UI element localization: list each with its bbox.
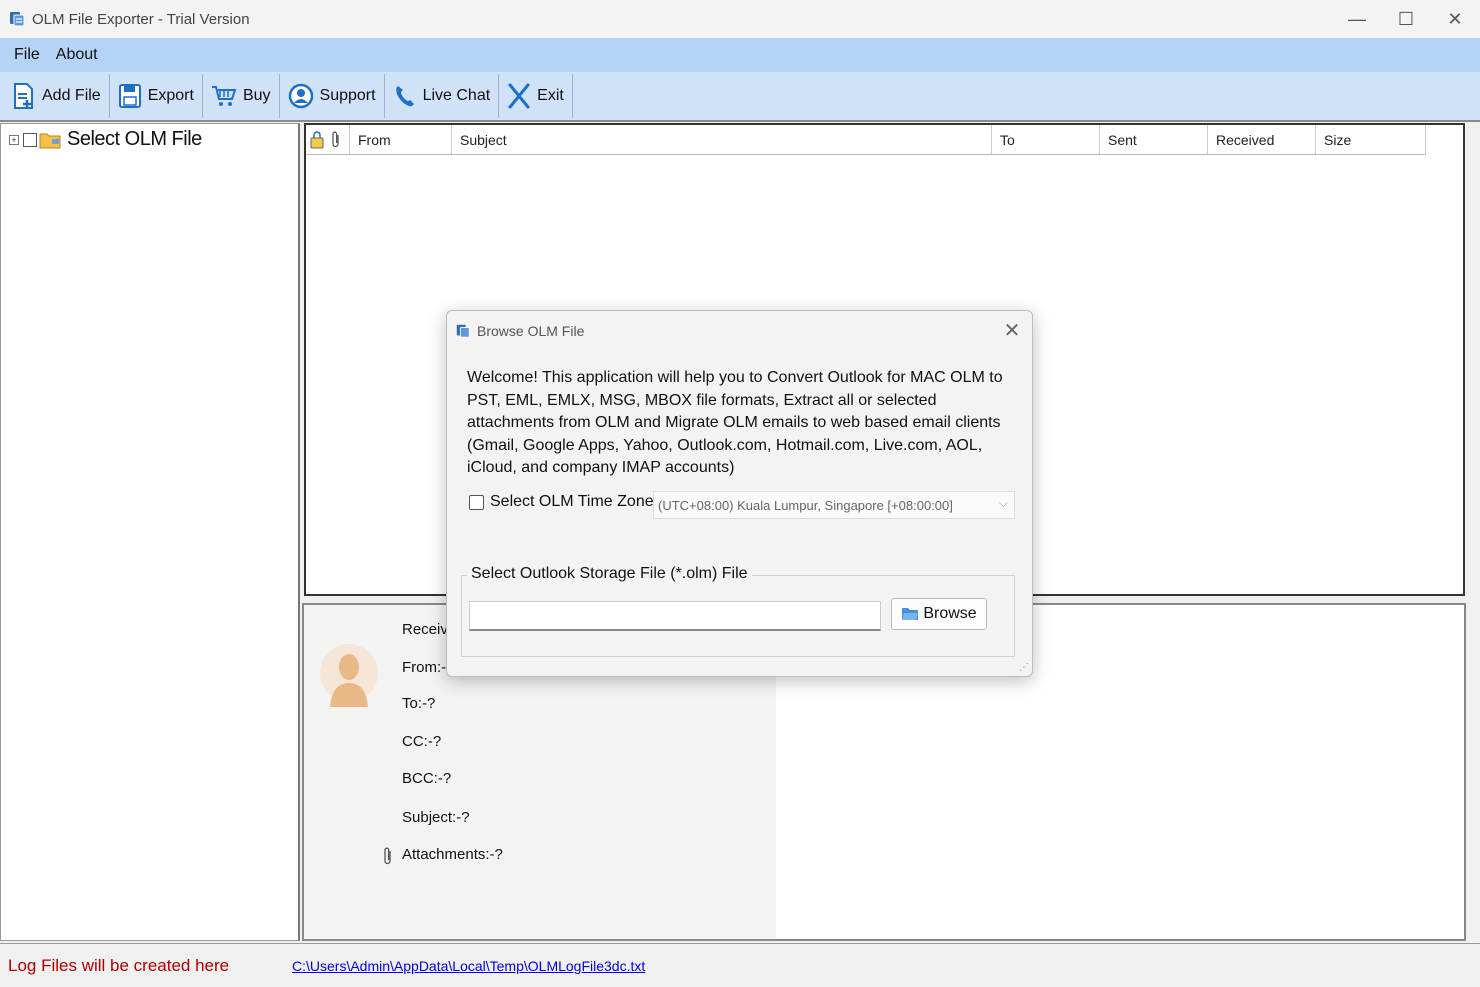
phone-icon [395,86,414,107]
timezone-value: (UTC+08:00) Kuala Lumpur, Singapore [+08… [658,497,953,513]
chevron-down-icon: ⌵ [998,496,1008,510]
support-button[interactable]: Support [280,74,385,118]
tree-root-node[interactable]: + Select OLM File [1,124,298,151]
tree-checkbox[interactable] [23,132,37,147]
toolbar: Add File Export Buy Support Live Chat Ex… [0,72,1480,122]
title-bar: OLM File Exporter - Trial Version — ☐ ✕ [0,0,1480,38]
window-title: OLM File Exporter - Trial Version [32,10,250,28]
close-icon: ✕ [1003,320,1021,342]
folder-open-icon [902,608,919,620]
live-chat-label: Live Chat [422,87,491,104]
support-label: Support [319,87,376,104]
export-label: Export [147,87,194,104]
tree-root-label: Select OLM File [67,128,202,150]
folder-tree-pane: + Select OLM File [0,123,300,941]
preview-subject: Subject:-? [402,809,470,826]
attachment-icon [332,131,339,147]
welcome-text: Welcome! This application will help you … [467,369,1003,476]
dialog-close-button[interactable]: ✕ [1000,319,1024,343]
resize-grip-icon[interactable]: ⋰ [1019,662,1029,673]
app-icon [456,324,470,338]
exit-button[interactable]: Exit [499,74,573,118]
add-file-label: Add File [42,87,101,104]
buy-button[interactable]: Buy [203,74,280,118]
exit-label: Exit [537,87,564,104]
column-sent[interactable]: Sent [1100,125,1208,154]
menu-file[interactable]: File [0,46,48,64]
support-icon [288,83,313,109]
timezone-checkbox-label[interactable]: Select OLM Time Zone [490,493,654,511]
column-from[interactable]: From [350,125,452,154]
attachment-icon [384,847,391,865]
log-label: Log Files will be created here [8,956,230,975]
lock-icon [310,130,324,148]
dialog-title: Browse OLM File [477,323,585,339]
preview-to: To:-? [402,695,436,712]
timezone-dropdown[interactable]: (UTC+08:00) Kuala Lumpur, Singapore [+08… [653,491,1015,519]
app-icon [10,12,25,27]
preview-bcc: BCC:-? [402,770,452,787]
folder-icon [39,133,61,148]
menu-about[interactable]: About [48,46,106,64]
browse-button[interactable]: Browse [891,598,987,630]
close-icon: ✕ [1447,8,1463,29]
header-icons-column[interactable] [306,125,350,154]
column-subject[interactable]: Subject [452,125,992,154]
status-bar: Log Files will be created here C:\Users\… [0,943,1480,987]
browse-olm-dialog: Browse OLM File ✕ Welcome! This applicat… [446,310,1033,677]
preview-cc: CC:-? [402,733,442,750]
log-file-link[interactable]: C:\Users\Admin\AppData\Local\Temp\OLMLog… [292,958,645,974]
storage-group-title: Select Outlook Storage File (*.olm) File [467,565,752,583]
column-received[interactable]: Received [1208,125,1316,154]
add-file-icon [14,83,33,109]
live-chat-button[interactable]: Live Chat [385,74,500,118]
buy-label: Buy [242,87,271,104]
minimize-icon: — [1348,8,1366,29]
email-list-header: From Subject To Sent Received Size [306,125,1426,155]
column-to[interactable]: To [992,125,1100,154]
preview-attachments: Attachments:-? [402,846,503,863]
close-window-button[interactable]: ✕ [1430,0,1480,38]
cart-icon [211,86,237,106]
add-file-button[interactable]: Add File [0,74,110,118]
tree-expander[interactable]: + [9,134,19,145]
maximize-button[interactable]: ☐ [1381,0,1431,38]
save-icon [118,84,141,108]
maximize-icon: ☐ [1397,8,1415,29]
timezone-row: Select OLM Time Zone [469,493,654,511]
browse-label: Browse [923,605,977,622]
export-button[interactable]: Export [110,74,203,118]
avatar [320,644,378,707]
menu-bar: File About [0,38,1480,72]
minimize-button[interactable]: — [1332,0,1382,38]
column-size[interactable]: Size [1316,125,1426,154]
olm-path-input[interactable] [469,601,881,631]
timezone-checkbox[interactable] [469,494,484,510]
dialog-title-bar: Browse OLM File [447,311,1032,351]
exit-icon [508,83,530,109]
